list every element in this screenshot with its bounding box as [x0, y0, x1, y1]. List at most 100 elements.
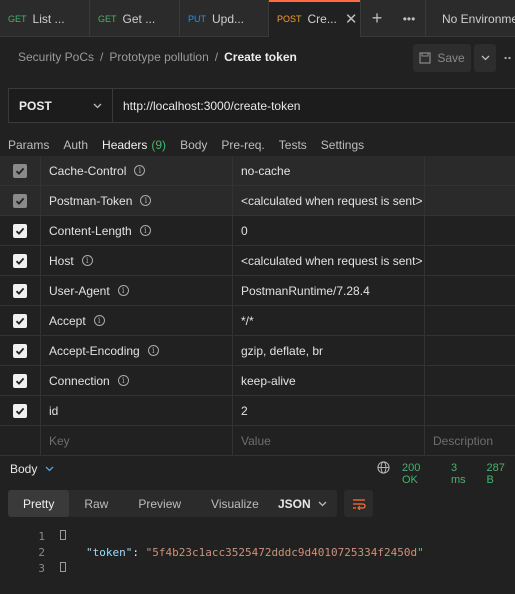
header-value-cell[interactable]: no-cache	[233, 155, 425, 186]
more-actions-icon[interactable]	[504, 44, 515, 72]
page-title[interactable]: Create token	[224, 50, 297, 64]
header-key-cell[interactable]: Accept i	[41, 305, 233, 336]
header-value-cell[interactable]: */*	[233, 305, 425, 336]
header-value: 2	[241, 403, 248, 418]
header-value-cell[interactable]: keep-alive	[233, 365, 425, 396]
tab-get[interactable]: GET Get ...	[90, 0, 180, 37]
code-line: "token": "5f4b23c1acc3525472dddc9d401072…	[86, 546, 424, 559]
header-description-cell[interactable]	[425, 276, 515, 306]
table-row[interactable]: Accept i */*	[0, 305, 515, 336]
response-time[interactable]: 3 ms	[451, 462, 475, 486]
tab-list[interactable]: GET List ...	[0, 0, 90, 37]
header-value-cell[interactable]: 0	[233, 215, 425, 246]
header-value-cell[interactable]: gzip, deflate, br	[233, 335, 425, 366]
header-value-cell[interactable]: PostmanRuntime/7.28.4	[233, 275, 425, 306]
header-key-cell[interactable]: Content-Length i	[41, 215, 233, 246]
header-value-cell[interactable]: <calculated when request is sent>	[233, 185, 425, 216]
view-pretty[interactable]: Pretty	[8, 490, 70, 517]
header-key-cell[interactable]: Postman-Token i	[41, 185, 233, 216]
enable-checkbox[interactable]	[13, 223, 27, 238]
header-key-cell[interactable]: Host i	[41, 245, 233, 276]
tab-label: Settings	[320, 138, 365, 152]
table-row[interactable]: Accept-Encoding i gzip, deflate, br	[0, 335, 515, 366]
header-description-cell[interactable]	[425, 366, 515, 396]
wrap-lines-button[interactable]	[344, 490, 373, 517]
info-icon[interactable]: i	[93, 315, 105, 326]
table-row[interactable]: Content-Length i 0	[0, 215, 515, 246]
new-header-row[interactable]: Key Value Description	[0, 425, 515, 456]
value-input[interactable]: Value	[233, 425, 425, 456]
fold-icon[interactable]	[60, 562, 66, 572]
format-selector[interactable]: JSON	[268, 490, 337, 517]
table-row[interactable]: Cache-Control i no-cache	[0, 155, 515, 186]
header-key-cell[interactable]: Connection i	[41, 365, 233, 396]
enable-checkbox[interactable]	[13, 313, 27, 328]
tab-label: List ...	[32, 11, 65, 26]
header-description-cell[interactable]	[425, 306, 515, 336]
enable-checkbox[interactable]	[13, 283, 27, 298]
table-row[interactable]: id 2	[0, 395, 515, 426]
enable-checkbox[interactable]	[13, 343, 27, 358]
breadcrumb-separator: /	[214, 50, 219, 64]
response-body-toggle[interactable]: Body	[10, 462, 54, 476]
info-icon[interactable]: i	[140, 195, 152, 206]
new-tab-button[interactable]: +	[361, 0, 393, 37]
url-input[interactable]: http://localhost:3000/create-token	[113, 89, 300, 122]
chevron-down-icon	[45, 466, 54, 472]
enable-checkbox[interactable]	[13, 373, 27, 388]
globe-icon[interactable]	[377, 461, 390, 474]
description-input[interactable]: Description	[425, 426, 515, 456]
enable-checkbox[interactable]	[13, 193, 27, 208]
header-description-cell[interactable]	[425, 156, 515, 186]
tab-update[interactable]: PUT Upd...	[180, 0, 269, 37]
table-row[interactable]: Host i <calculated when request is sent>	[0, 245, 515, 276]
enable-checkbox[interactable]	[13, 403, 27, 418]
close-icon[interactable]: ✕	[345, 10, 358, 28]
key-input[interactable]: Key	[41, 425, 233, 456]
table-row[interactable]: Postman-Token i <calculated when request i…	[0, 185, 515, 216]
header-value: <calculated when request is sent>	[241, 253, 423, 268]
status-code[interactable]: 200 OK	[402, 462, 439, 486]
view-raw[interactable]: Raw	[69, 490, 123, 517]
header-description-cell[interactable]	[425, 246, 515, 276]
info-icon[interactable]: i	[147, 345, 159, 356]
header-description-cell[interactable]	[425, 396, 515, 426]
info-icon[interactable]: i	[117, 285, 129, 296]
info-icon[interactable]: i	[117, 375, 129, 386]
breadcrumb-folder[interactable]: Prototype pollution	[109, 50, 208, 64]
breadcrumb-collection[interactable]: Security PoCs	[18, 50, 94, 64]
fold-icon[interactable]	[60, 530, 66, 540]
response-size[interactable]: 287 B	[487, 462, 515, 486]
header-value-cell[interactable]: 2	[233, 395, 425, 426]
header-description-cell[interactable]	[425, 336, 515, 366]
chevron-down-icon[interactable]	[474, 44, 496, 72]
info-icon[interactable]: i	[139, 225, 151, 236]
breadcrumb: Security PoCs / Prototype pollution / Cr…	[18, 50, 297, 64]
info-icon[interactable]: i	[81, 255, 93, 266]
more-tabs-icon[interactable]: •••	[393, 0, 425, 37]
row-checkbox-cell	[0, 305, 41, 336]
header-key-cell[interactable]: Accept-Encoding i	[41, 335, 233, 366]
tab-label: Params	[8, 138, 50, 152]
header-key-cell[interactable]: User-Agent i	[41, 275, 233, 306]
headers-count: (9)	[151, 138, 167, 152]
info-icon[interactable]: i	[134, 165, 146, 176]
tab-label: Upd...	[212, 11, 245, 26]
table-row[interactable]: User-Agent i PostmanRuntime/7.28.4	[0, 275, 515, 306]
enable-checkbox[interactable]	[13, 163, 27, 178]
method-selector[interactable]: POST	[9, 89, 113, 122]
view-visualize[interactable]: Visualize	[196, 490, 274, 517]
save-button[interactable]: Save	[413, 44, 471, 72]
table-row[interactable]: Connection i keep-alive	[0, 365, 515, 396]
chevron-down-icon	[318, 501, 327, 506]
header-description-cell[interactable]	[425, 216, 515, 246]
tab-create-token[interactable]: POST Cre... ✕	[269, 0, 361, 37]
enable-checkbox[interactable]	[13, 253, 27, 268]
header-description-cell[interactable]	[425, 186, 515, 216]
view-preview[interactable]: Preview	[123, 490, 196, 517]
header-key-cell[interactable]: id	[41, 395, 233, 426]
environment-selector[interactable]: No Environment	[425, 0, 515, 37]
method-label: POST	[19, 98, 52, 113]
header-value-cell[interactable]: <calculated when request is sent>	[233, 245, 425, 276]
header-key-cell[interactable]: Cache-Control i	[41, 155, 233, 186]
